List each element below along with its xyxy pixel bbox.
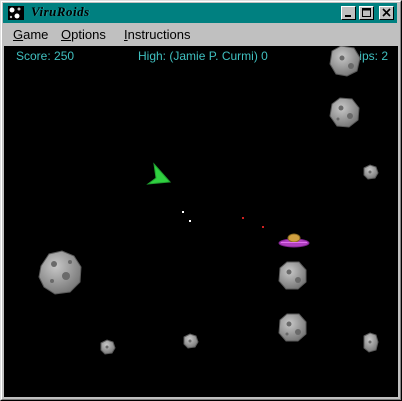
viruroids-app-icon[interactable] bbox=[8, 6, 24, 20]
player-ship bbox=[146, 162, 172, 185]
close-icon bbox=[382, 8, 391, 17]
asteroid-small bbox=[363, 164, 379, 180]
menu-options[interactable]: Options bbox=[61, 27, 106, 43]
asteroid-small bbox=[183, 333, 199, 349]
minimize-icon bbox=[345, 15, 351, 17]
menu-game-rest: ame bbox=[23, 27, 49, 42]
asteroid-medium bbox=[278, 313, 307, 342]
asteroid-medium bbox=[278, 261, 307, 290]
menu-options-mnemonic: O bbox=[61, 27, 72, 42]
menu-options-rest: ptions bbox=[71, 27, 106, 42]
enemy-bullet bbox=[242, 217, 244, 219]
window-title: ViruRoids bbox=[31, 4, 90, 19]
game-window: ViruRoids Game Options Instructions Scor… bbox=[0, 0, 402, 401]
asteroid-small bbox=[363, 332, 379, 353]
enemy-ufo bbox=[278, 233, 310, 248]
menu-bar: Game Options Instructions bbox=[3, 25, 397, 45]
minimize-button[interactable] bbox=[341, 6, 356, 20]
player-bullet bbox=[189, 220, 191, 222]
enemy-bullet bbox=[262, 226, 264, 228]
maximize-icon bbox=[362, 8, 371, 17]
game-playfield[interactable]: Score: 250 High: (Jamie P. Curmi) 0 Ship… bbox=[4, 46, 398, 397]
menu-game[interactable]: Game bbox=[13, 27, 48, 43]
close-button[interactable] bbox=[379, 6, 394, 20]
menu-instructions[interactable]: Instructions bbox=[124, 27, 191, 43]
player-bullet bbox=[182, 211, 184, 213]
maximize-button[interactable] bbox=[359, 6, 374, 20]
asteroid-large bbox=[38, 250, 82, 295]
asteroid-medium bbox=[329, 46, 361, 77]
menu-instructions-rest: nstructions bbox=[127, 27, 191, 42]
asteroid-small bbox=[100, 339, 116, 355]
game-sprites bbox=[38, 46, 379, 355]
menu-game-mnemonic: G bbox=[13, 27, 24, 42]
title-bar[interactable]: ViruRoids bbox=[3, 3, 397, 23]
asteroid-medium bbox=[329, 97, 360, 128]
